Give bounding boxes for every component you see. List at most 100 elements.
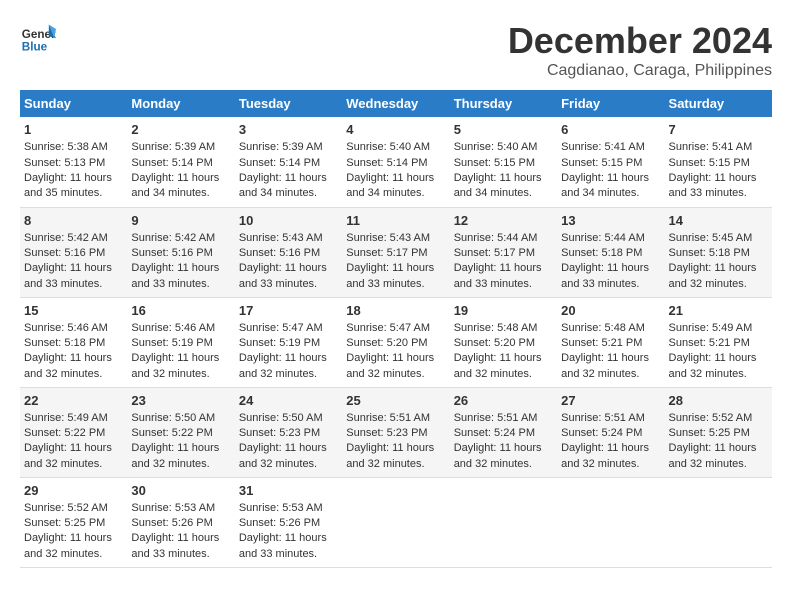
daylight-hours: Daylight: 11 hours and 33 minutes. — [131, 531, 230, 562]
calendar-cell-26: 26Sunrise: 5:51 AMSunset: 5:24 PMDayligh… — [450, 387, 557, 477]
day-number: 7 — [669, 121, 768, 139]
sunrise-time: Sunrise: 5:45 AM — [669, 231, 768, 246]
sunrise-time: Sunrise: 5:43 AM — [239, 231, 338, 246]
sunrise-time: Sunrise: 5:40 AM — [454, 140, 553, 155]
calendar-cell-24: 24Sunrise: 5:50 AMSunset: 5:23 PMDayligh… — [235, 387, 342, 477]
sunset-time: Sunset: 5:17 PM — [346, 246, 445, 261]
logo-icon: General Blue — [20, 20, 56, 56]
day-number: 18 — [346, 302, 445, 320]
sunrise-time: Sunrise: 5:38 AM — [24, 140, 123, 155]
sunset-time: Sunset: 5:18 PM — [561, 246, 660, 261]
daylight-hours: Daylight: 11 hours and 32 minutes. — [561, 441, 660, 472]
day-number: 2 — [131, 121, 230, 139]
day-number: 20 — [561, 302, 660, 320]
daylight-hours: Daylight: 11 hours and 32 minutes. — [131, 441, 230, 472]
sunrise-time: Sunrise: 5:43 AM — [346, 231, 445, 246]
calendar-cell-12: 12Sunrise: 5:44 AMSunset: 5:17 PMDayligh… — [450, 207, 557, 297]
sunrise-time: Sunrise: 5:47 AM — [346, 321, 445, 336]
daylight-hours: Daylight: 11 hours and 34 minutes. — [454, 171, 553, 202]
day-number: 8 — [24, 212, 123, 230]
day-number: 25 — [346, 392, 445, 410]
calendar-cell-4: 4Sunrise: 5:40 AMSunset: 5:14 PMDaylight… — [342, 117, 449, 207]
sunset-time: Sunset: 5:16 PM — [131, 246, 230, 261]
daylight-hours: Daylight: 11 hours and 32 minutes. — [24, 351, 123, 382]
day-number: 23 — [131, 392, 230, 410]
day-number: 15 — [24, 302, 123, 320]
sunrise-time: Sunrise: 5:52 AM — [24, 501, 123, 516]
calendar-cell-1: 1Sunrise: 5:38 AMSunset: 5:13 PMDaylight… — [20, 117, 127, 207]
header-thursday: Thursday — [450, 90, 557, 117]
sunrise-time: Sunrise: 5:42 AM — [24, 231, 123, 246]
header-tuesday: Tuesday — [235, 90, 342, 117]
sunset-time: Sunset: 5:14 PM — [131, 156, 230, 171]
calendar-cell-27: 27Sunrise: 5:51 AMSunset: 5:24 PMDayligh… — [557, 387, 664, 477]
calendar-cell-9: 9Sunrise: 5:42 AMSunset: 5:16 PMDaylight… — [127, 207, 234, 297]
day-number: 19 — [454, 302, 553, 320]
daylight-hours: Daylight: 11 hours and 32 minutes. — [454, 351, 553, 382]
day-number: 22 — [24, 392, 123, 410]
calendar-week-2: 8Sunrise: 5:42 AMSunset: 5:16 PMDaylight… — [20, 207, 772, 297]
day-number: 17 — [239, 302, 338, 320]
calendar-cell-6: 6Sunrise: 5:41 AMSunset: 5:15 PMDaylight… — [557, 117, 664, 207]
daylight-hours: Daylight: 11 hours and 32 minutes. — [561, 351, 660, 382]
sunrise-time: Sunrise: 5:42 AM — [131, 231, 230, 246]
sunrise-time: Sunrise: 5:49 AM — [669, 321, 768, 336]
daylight-hours: Daylight: 11 hours and 33 minutes. — [239, 531, 338, 562]
sunset-time: Sunset: 5:15 PM — [669, 156, 768, 171]
sunset-time: Sunset: 5:14 PM — [346, 156, 445, 171]
calendar-cell-17: 17Sunrise: 5:47 AMSunset: 5:19 PMDayligh… — [235, 297, 342, 387]
sunset-time: Sunset: 5:20 PM — [346, 336, 445, 351]
day-number: 5 — [454, 121, 553, 139]
sunrise-time: Sunrise: 5:50 AM — [131, 411, 230, 426]
calendar-cell-15: 15Sunrise: 5:46 AMSunset: 5:18 PMDayligh… — [20, 297, 127, 387]
svg-text:Blue: Blue — [22, 41, 48, 54]
daylight-hours: Daylight: 11 hours and 33 minutes. — [669, 171, 768, 202]
day-number: 27 — [561, 392, 660, 410]
sunset-time: Sunset: 5:15 PM — [454, 156, 553, 171]
calendar-cell-5: 5Sunrise: 5:40 AMSunset: 5:15 PMDaylight… — [450, 117, 557, 207]
calendar-cell-11: 11Sunrise: 5:43 AMSunset: 5:17 PMDayligh… — [342, 207, 449, 297]
calendar-cell-empty — [450, 477, 557, 567]
sunset-time: Sunset: 5:25 PM — [669, 426, 768, 441]
calendar-cell-18: 18Sunrise: 5:47 AMSunset: 5:20 PMDayligh… — [342, 297, 449, 387]
daylight-hours: Daylight: 11 hours and 32 minutes. — [669, 351, 768, 382]
sunrise-time: Sunrise: 5:39 AM — [239, 140, 338, 155]
daylight-hours: Daylight: 11 hours and 32 minutes. — [24, 531, 123, 562]
sunset-time: Sunset: 5:17 PM — [454, 246, 553, 261]
sunrise-time: Sunrise: 5:47 AM — [239, 321, 338, 336]
sunset-time: Sunset: 5:15 PM — [561, 156, 660, 171]
daylight-hours: Daylight: 11 hours and 34 minutes. — [346, 171, 445, 202]
calendar-cell-7: 7Sunrise: 5:41 AMSunset: 5:15 PMDaylight… — [665, 117, 772, 207]
sunset-time: Sunset: 5:25 PM — [24, 516, 123, 531]
daylight-hours: Daylight: 11 hours and 34 minutes. — [131, 171, 230, 202]
daylight-hours: Daylight: 11 hours and 32 minutes. — [239, 351, 338, 382]
sunset-time: Sunset: 5:22 PM — [24, 426, 123, 441]
calendar-cell-8: 8Sunrise: 5:42 AMSunset: 5:16 PMDaylight… — [20, 207, 127, 297]
daylight-hours: Daylight: 11 hours and 35 minutes. — [24, 171, 123, 202]
header-monday: Monday — [127, 90, 234, 117]
sunrise-time: Sunrise: 5:49 AM — [24, 411, 123, 426]
calendar-cell-28: 28Sunrise: 5:52 AMSunset: 5:25 PMDayligh… — [665, 387, 772, 477]
calendar-cell-10: 10Sunrise: 5:43 AMSunset: 5:16 PMDayligh… — [235, 207, 342, 297]
calendar-cell-16: 16Sunrise: 5:46 AMSunset: 5:19 PMDayligh… — [127, 297, 234, 387]
sunset-time: Sunset: 5:16 PM — [239, 246, 338, 261]
sunset-time: Sunset: 5:19 PM — [239, 336, 338, 351]
header-saturday: Saturday — [665, 90, 772, 117]
day-number: 4 — [346, 121, 445, 139]
daylight-hours: Daylight: 11 hours and 32 minutes. — [24, 441, 123, 472]
sunrise-time: Sunrise: 5:48 AM — [561, 321, 660, 336]
daylight-hours: Daylight: 11 hours and 32 minutes. — [454, 441, 553, 472]
day-number: 9 — [131, 212, 230, 230]
calendar-cell-29: 29Sunrise: 5:52 AMSunset: 5:25 PMDayligh… — [20, 477, 127, 567]
page-header: General Blue December 2024 Cagdianao, Ca… — [20, 20, 772, 80]
calendar-week-5: 29Sunrise: 5:52 AMSunset: 5:25 PMDayligh… — [20, 477, 772, 567]
sunrise-time: Sunrise: 5:44 AM — [561, 231, 660, 246]
calendar-cell-14: 14Sunrise: 5:45 AMSunset: 5:18 PMDayligh… — [665, 207, 772, 297]
day-number: 11 — [346, 212, 445, 230]
day-number: 28 — [669, 392, 768, 410]
day-number: 29 — [24, 482, 123, 500]
sunrise-time: Sunrise: 5:44 AM — [454, 231, 553, 246]
calendar-week-3: 15Sunrise: 5:46 AMSunset: 5:18 PMDayligh… — [20, 297, 772, 387]
daylight-hours: Daylight: 11 hours and 33 minutes. — [239, 261, 338, 292]
logo: General Blue — [20, 20, 56, 56]
